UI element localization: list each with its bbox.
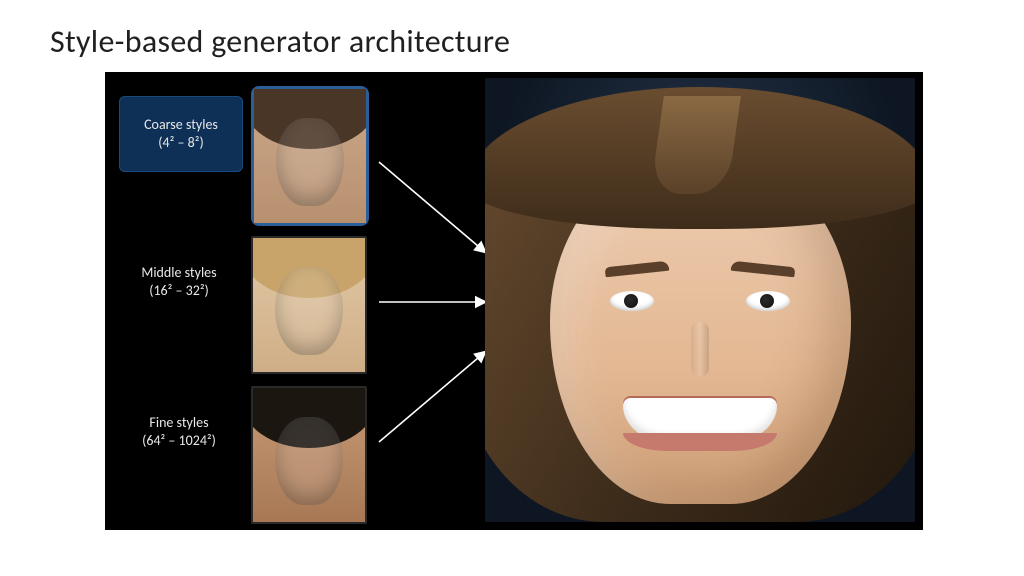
generated-output-face [485, 78, 915, 522]
arrow-icon [379, 352, 485, 442]
level-range: (16² – 32²) [123, 282, 235, 300]
level-range: (4² – 8²) [125, 134, 237, 152]
level-name: Coarse styles [125, 116, 237, 134]
level-label-fine: Fine styles (64² – 1024²) [123, 414, 235, 450]
slide: Style-based generator architecture Coars… [0, 0, 1024, 576]
level-range: (64² – 1024²) [123, 432, 235, 450]
architecture-figure: Coarse styles (4² – 8²) Middle styles (1… [105, 72, 923, 530]
source-face-fine [251, 386, 367, 524]
face-placeholder [253, 238, 365, 372]
face-placeholder [253, 388, 365, 522]
level-label-middle: Middle styles (16² – 32²) [123, 264, 235, 300]
level-name: Middle styles [123, 264, 235, 282]
source-face-coarse [251, 86, 369, 226]
combine-arrows [375, 72, 495, 530]
style-levels-column: Coarse styles (4² – 8²) Middle styles (1… [105, 72, 465, 530]
slide-title: Style-based generator architecture [50, 22, 510, 61]
level-label-coarse: Coarse styles (4² – 8²) [119, 96, 243, 172]
arrow-icon [379, 162, 485, 252]
face-placeholder [254, 89, 366, 223]
level-name: Fine styles [123, 414, 235, 432]
source-face-middle [251, 236, 367, 374]
